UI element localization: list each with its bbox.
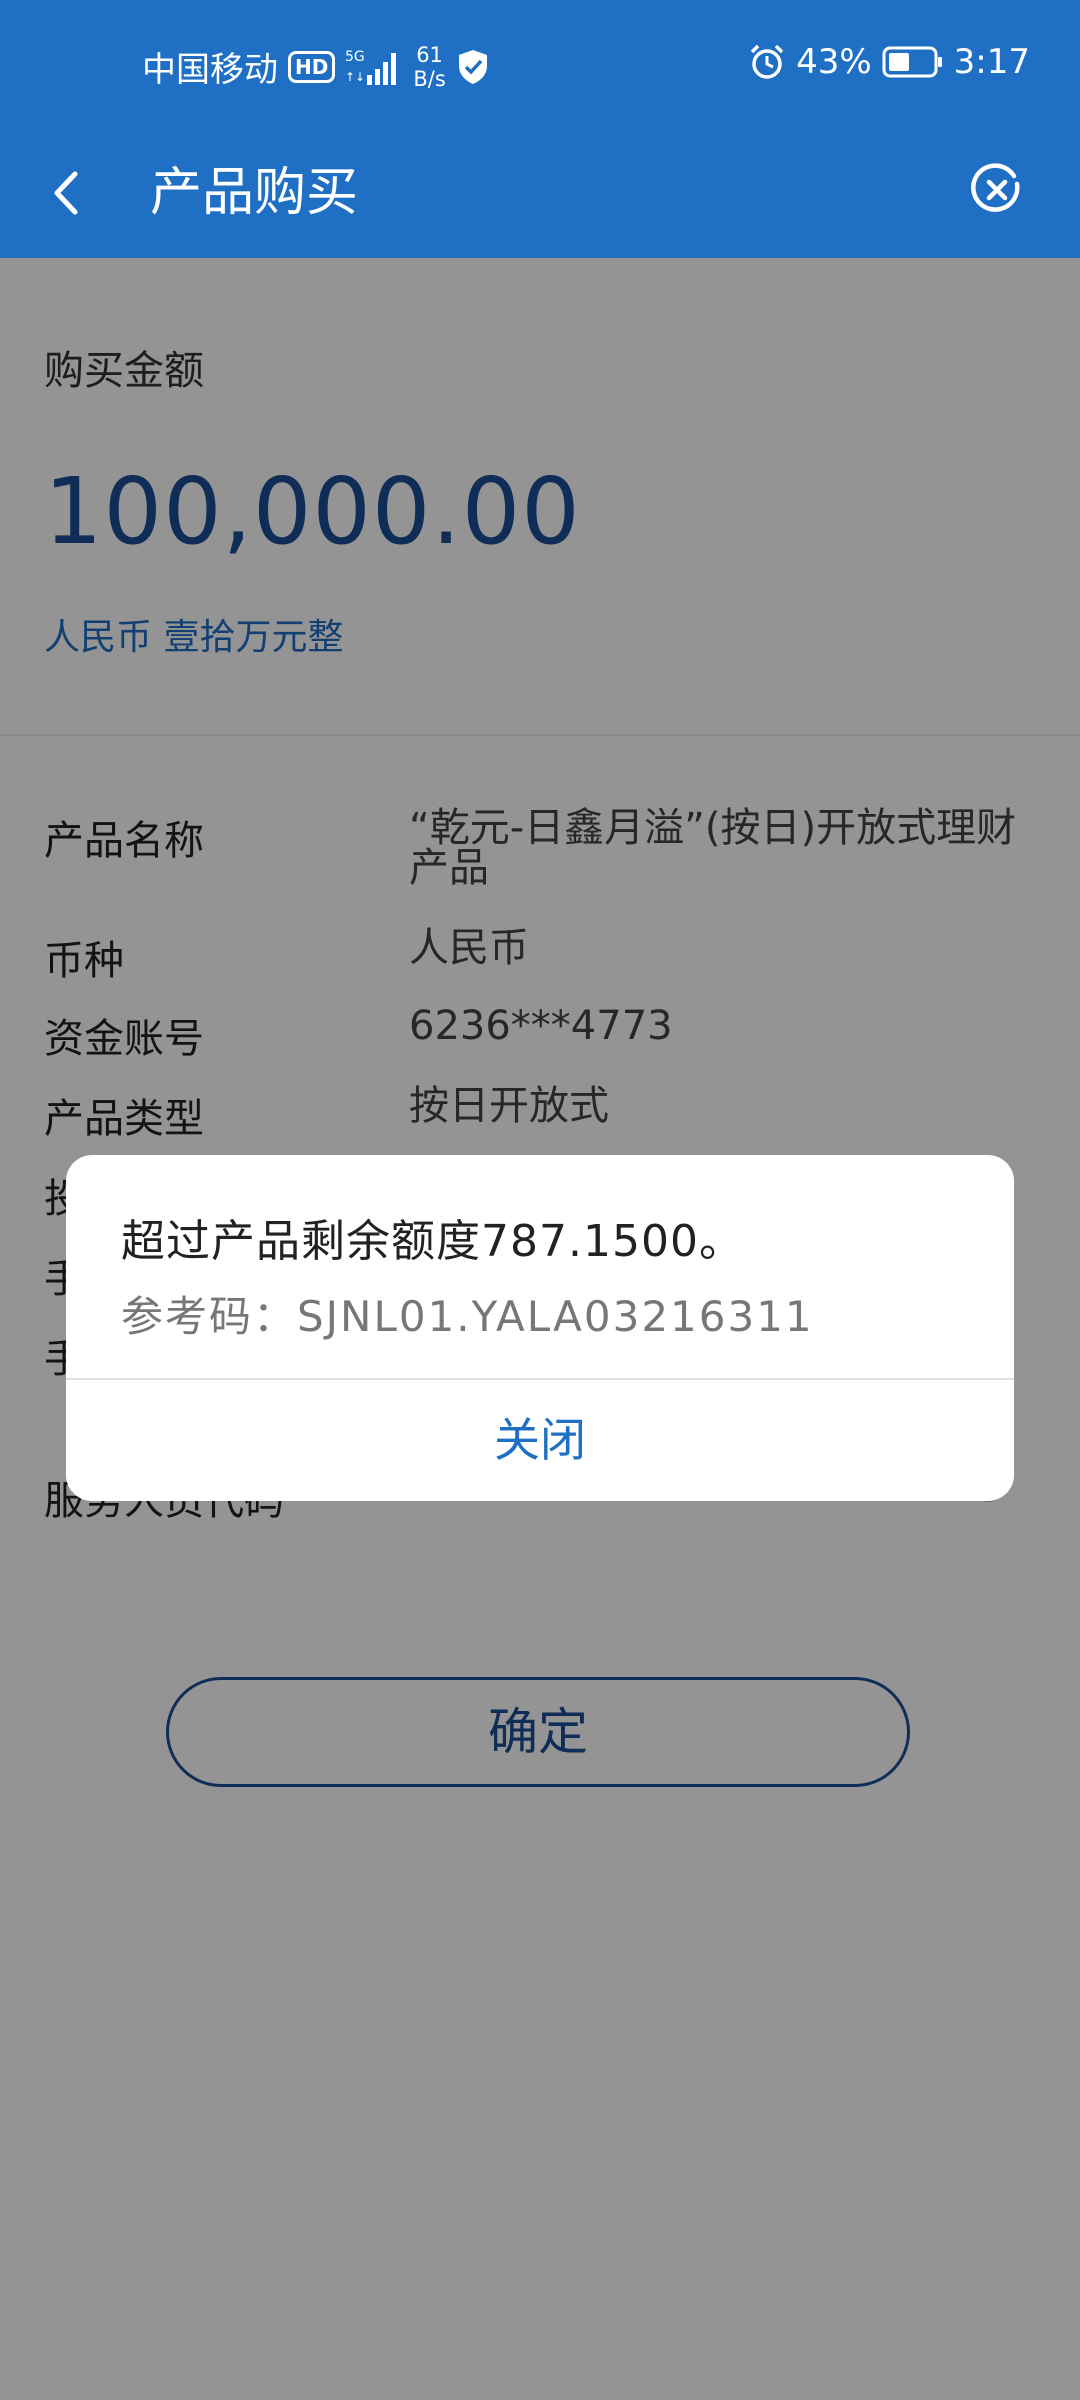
alarm-icon [750, 44, 784, 79]
dialog-message: 超过产品剩余额度787.1500。 [121, 1216, 744, 1267]
page-title: 产品购买 [150, 163, 359, 223]
signal-5g-icon: 5G ↑↓ [345, 49, 397, 85]
close-circle-icon[interactable] [969, 162, 1025, 218]
status-bar: 中国移动 HD 5G ↑↓ 61 B/s 43% 3:17 [0, 0, 1080, 130]
svg-text:5G: 5G [345, 49, 365, 65]
net-speed: 61 B/s [413, 43, 445, 91]
battery-percent: 43% [796, 42, 872, 82]
hd-badge: HD [288, 50, 336, 83]
net-speed-value: 61 [416, 42, 443, 67]
shield-icon [458, 49, 487, 84]
battery-icon [882, 46, 942, 78]
status-left: 中国移动 HD 5G ↑↓ 61 B/s [142, 42, 490, 91]
net-speed-unit: B/s [413, 66, 446, 91]
dialog-reference-code: 参考码：SJNL01.YALA03216311 [121, 1292, 814, 1341]
svg-text:↑↓: ↑↓ [345, 70, 365, 84]
status-right: 43% 3:17 [748, 42, 1030, 82]
carrier-name: 中国移动 [142, 50, 278, 90]
dialog-close-button[interactable]: 关闭 [66, 1380, 1014, 1501]
back-icon[interactable] [45, 160, 87, 226]
error-dialog: 超过产品剩余额度787.1500。 参考码：SJNL01.YALA0321631… [66, 1155, 1014, 1501]
app-header: 产品购买 [0, 130, 1080, 258]
clock: 3:17 [953, 42, 1030, 82]
